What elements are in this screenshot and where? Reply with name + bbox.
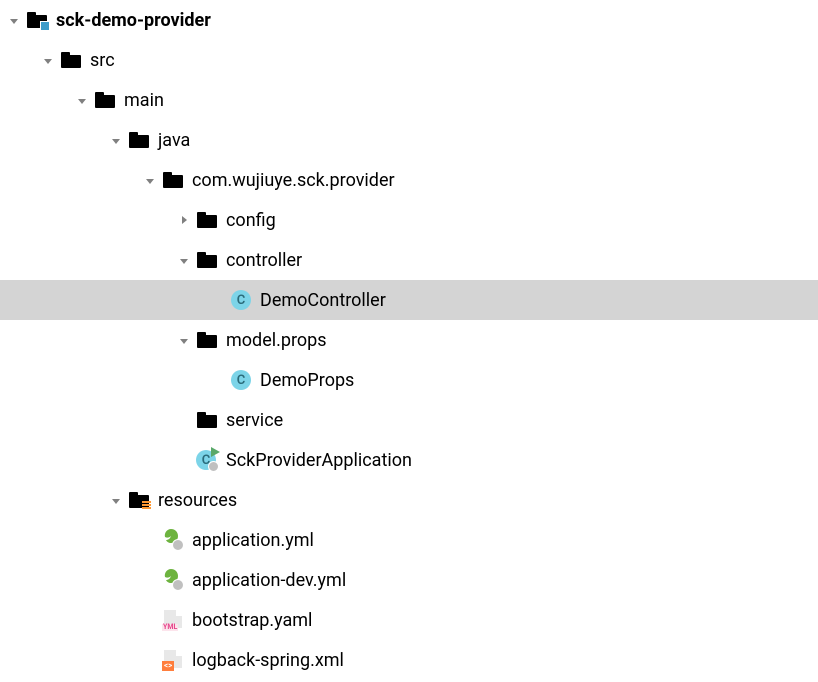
chevron-right-icon[interactable] <box>174 210 194 230</box>
chevron-down-icon[interactable] <box>4 10 24 30</box>
tree-row-service[interactable]: service <box>0 400 818 440</box>
package-icon <box>196 249 218 271</box>
tree-row-main[interactable]: main <box>0 80 818 120</box>
package-icon <box>196 329 218 351</box>
tree-row-bootstrapyaml[interactable]: YML bootstrap.yaml <box>0 600 818 640</box>
chevron-down-icon[interactable] <box>38 50 58 70</box>
tree-row-applicationyml[interactable]: application.yml <box>0 520 818 560</box>
tree-row-modelprops[interactable]: model.props <box>0 320 818 360</box>
class-icon: C <box>230 369 252 391</box>
tree-label: DemoController <box>260 290 386 311</box>
tree-label: java <box>158 130 190 151</box>
folder-icon <box>94 89 116 111</box>
class-icon: C <box>230 289 252 311</box>
tree-row-config[interactable]: config <box>0 200 818 240</box>
tree-row-logbackspringxml[interactable]: <> logback-spring.xml <box>0 640 818 680</box>
module-folder-icon <box>26 9 48 31</box>
tree-label: main <box>124 90 164 111</box>
tree-label: logback-spring.xml <box>192 650 344 671</box>
spring-config-icon <box>162 529 184 551</box>
spring-boot-app-icon: C <box>196 449 218 471</box>
chevron-down-icon[interactable] <box>140 170 160 190</box>
tree-row-democontroller[interactable]: C DemoController <box>0 280 818 320</box>
tree-row-java[interactable]: java <box>0 120 818 160</box>
source-folder-icon <box>128 129 150 151</box>
tree-label: application-dev.yml <box>192 570 346 591</box>
package-icon <box>162 169 184 191</box>
tree-row-demoprops[interactable]: C DemoProps <box>0 360 818 400</box>
chevron-down-icon[interactable] <box>174 250 194 270</box>
tree-row-controller[interactable]: controller <box>0 240 818 280</box>
project-tree: sck-demo-provider src main java com.wuji… <box>0 0 818 680</box>
folder-icon <box>60 49 82 71</box>
tree-label: config <box>226 210 276 231</box>
tree-row-root[interactable]: sck-demo-provider <box>0 0 818 40</box>
tree-label: application.yml <box>192 530 314 551</box>
chevron-down-icon[interactable] <box>72 90 92 110</box>
package-icon <box>196 409 218 431</box>
xml-file-icon: <> <box>162 649 184 671</box>
tree-row-applicationdevyml[interactable]: application-dev.yml <box>0 560 818 600</box>
tree-label: DemoProps <box>260 370 354 391</box>
tree-label: service <box>226 410 283 431</box>
spring-config-icon <box>162 569 184 591</box>
tree-label: bootstrap.yaml <box>192 610 312 631</box>
package-icon <box>196 209 218 231</box>
tree-label: controller <box>226 250 302 271</box>
tree-label: com.wujiuye.sck.provider <box>192 170 395 191</box>
tree-row-resources[interactable]: resources <box>0 480 818 520</box>
tree-row-sckproviderapplication[interactable]: C SckProviderApplication <box>0 440 818 480</box>
chevron-down-icon[interactable] <box>106 490 126 510</box>
tree-row-package[interactable]: com.wujiuye.sck.provider <box>0 160 818 200</box>
tree-label: resources <box>158 490 237 511</box>
yaml-file-icon: YML <box>162 609 184 631</box>
tree-label: src <box>90 50 115 71</box>
tree-label: SckProviderApplication <box>226 450 412 471</box>
tree-label: sck-demo-provider <box>56 10 211 31</box>
chevron-down-icon[interactable] <box>106 130 126 150</box>
chevron-down-icon[interactable] <box>174 330 194 350</box>
tree-row-src[interactable]: src <box>0 40 818 80</box>
tree-label: model.props <box>226 330 327 351</box>
resources-folder-icon <box>128 489 150 511</box>
